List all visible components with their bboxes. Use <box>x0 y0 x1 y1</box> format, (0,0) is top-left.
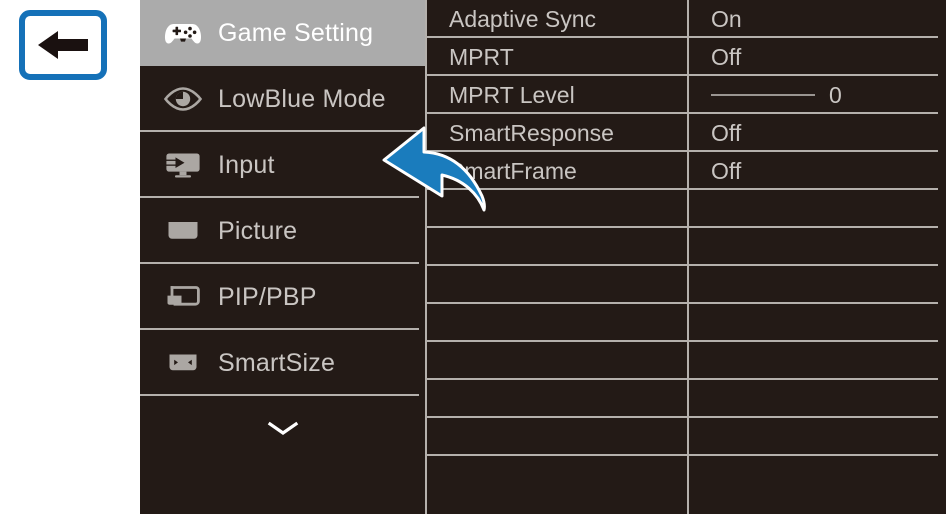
setting-row-empty <box>427 342 687 380</box>
setting-row-empty <box>427 380 687 418</box>
smartsize-icon <box>162 346 204 380</box>
sidebar-scroll-down[interactable] <box>140 396 425 460</box>
setting-row-empty <box>427 266 687 304</box>
setting-name: Adaptive Sync <box>449 5 597 32</box>
sidebar-item-label: PIP/PBP <box>218 282 317 311</box>
setting-name: SmartResponse <box>449 119 614 146</box>
sidebar-item-game-setting[interactable]: Game Setting <box>140 0 425 66</box>
setting-value-empty <box>689 228 946 266</box>
setting-value-empty <box>689 456 946 494</box>
sidebar-item-pip-pbp[interactable]: PIP/PBP <box>140 264 425 330</box>
chevron-down-icon <box>266 419 300 437</box>
setting-value-empty <box>689 418 946 456</box>
sidebar-item-input[interactable]: Input <box>140 132 425 198</box>
setting-row-adaptive-sync[interactable]: Adaptive Sync <box>427 0 687 38</box>
sidebar-item-picture[interactable]: Picture <box>140 198 425 264</box>
setting-value-smartresponse[interactable]: Off <box>689 114 946 152</box>
setting-row-smartresponse[interactable]: SmartResponse <box>427 114 687 152</box>
setting-row-mprt-level[interactable]: MPRT Level <box>427 76 687 114</box>
setting-name: MPRT <box>449 43 514 70</box>
setting-row-empty <box>427 190 687 228</box>
setting-row-empty <box>427 304 687 342</box>
setting-value: On <box>711 5 742 32</box>
setting-value-empty <box>689 380 946 418</box>
sidebar-item-label: Input <box>218 150 275 179</box>
slider-value: 0 <box>829 81 842 108</box>
setting-name-column: Adaptive Sync MPRT MPRT Level SmartRespo… <box>427 0 689 514</box>
monitor-filled-icon <box>162 214 204 248</box>
setting-name: MPRT Level <box>449 81 575 108</box>
setting-value-empty <box>689 304 946 342</box>
setting-row-empty <box>427 228 687 266</box>
setting-value-empty <box>689 190 946 228</box>
setting-value-empty <box>689 342 946 380</box>
sidebar-item-smartsize[interactable]: SmartSize <box>140 330 425 396</box>
sidebar-item-label: Game Setting <box>218 18 374 47</box>
sidebar-item-label: Picture <box>218 216 298 245</box>
gamepad-icon <box>162 16 204 50</box>
setting-value-mprt-level[interactable]: 0 <box>689 76 946 114</box>
left-arrow-icon <box>36 28 90 62</box>
setting-value: Off <box>711 157 742 184</box>
setting-value-adaptive-sync[interactable]: On <box>689 0 946 38</box>
setting-value-mprt[interactable]: Off <box>689 38 946 76</box>
setting-value-empty <box>689 266 946 304</box>
setting-row-smartframe[interactable]: SmartFrame <box>427 152 687 190</box>
osd-sidebar: Game Setting LowBlue Mode Input Picture … <box>140 0 427 514</box>
setting-name: SmartFrame <box>449 157 577 184</box>
sidebar-item-label: SmartSize <box>218 348 336 377</box>
setting-value: Off <box>711 43 742 70</box>
pip-pbp-icon <box>162 280 204 314</box>
eye-icon <box>162 82 204 116</box>
sidebar-item-label: LowBlue Mode <box>218 84 386 113</box>
setting-value: Off <box>711 119 742 146</box>
osd-settings-area: Adaptive Sync MPRT MPRT Level SmartRespo… <box>427 0 946 514</box>
osd-menu-panel: Game Setting LowBlue Mode Input Picture … <box>140 0 946 514</box>
sidebar-item-lowblue-mode[interactable]: LowBlue Mode <box>140 66 425 132</box>
mprt-level-slider[interactable]: 0 <box>711 81 842 108</box>
back-button-callout[interactable] <box>19 10 107 80</box>
setting-row-empty <box>427 456 687 494</box>
setting-value-smartframe[interactable]: Off <box>689 152 946 190</box>
setting-row-mprt[interactable]: MPRT <box>427 38 687 76</box>
setting-value-column: On Off 0 Off Off <box>689 0 946 514</box>
setting-row-empty <box>427 418 687 456</box>
monitor-input-icon <box>162 148 204 182</box>
slider-track[interactable] <box>711 94 815 96</box>
